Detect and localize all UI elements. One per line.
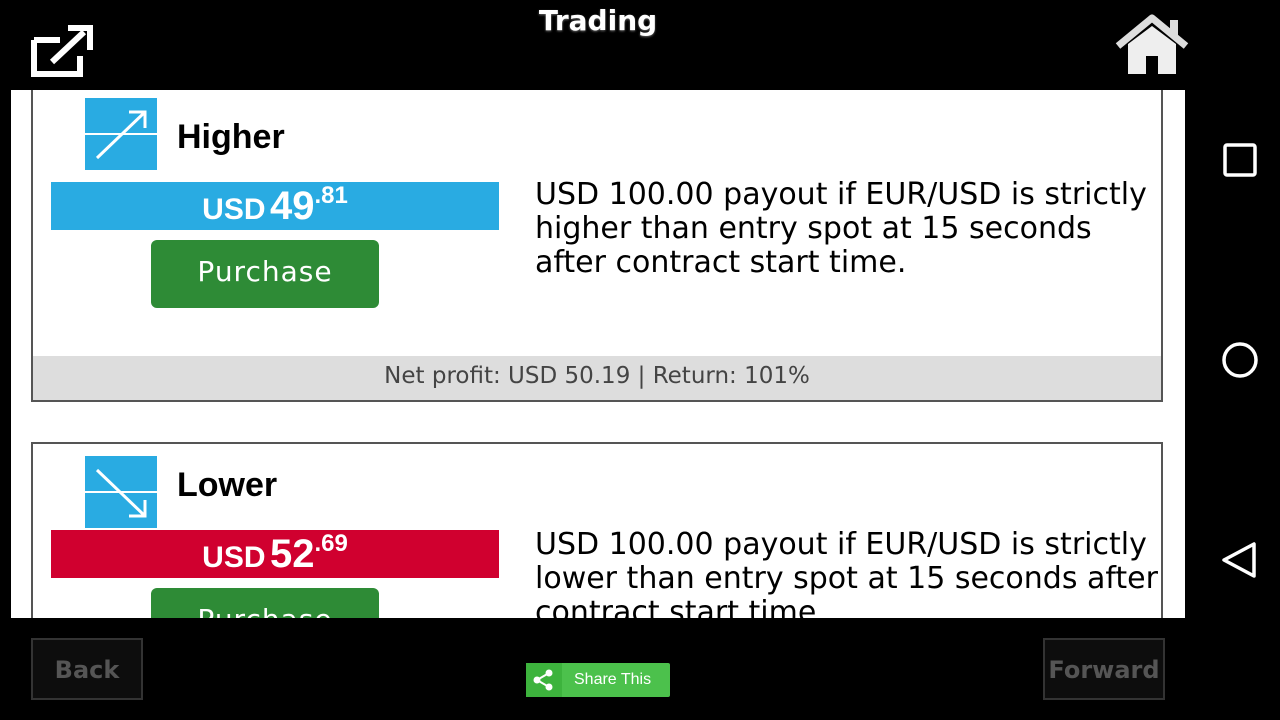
contract-description: USD 100.00 payout if EUR/USD is strictly… [535, 527, 1158, 619]
price-bar: USD 49.81 [51, 182, 499, 230]
contract-card-higher: Higher USD 49.81 Purchase USD 100.00 pay… [31, 90, 1163, 402]
top-bar: Trading [0, 0, 1200, 90]
home-icon[interactable] [1112, 12, 1192, 78]
android-nav-bar [1200, 0, 1280, 720]
trend-down-icon [85, 456, 157, 528]
forward-button[interactable]: Forward [1043, 638, 1165, 700]
price-whole: 52 [269, 532, 315, 576]
bottom-bar: Back Share This Forward [0, 618, 1200, 720]
share-icon-box [526, 663, 562, 697]
home-circle-icon[interactable] [1218, 338, 1262, 382]
price-decimal: .81 [314, 182, 348, 209]
contract-card-lower: Lower USD 52.69 Purchase USD 100.00 payo… [31, 442, 1163, 618]
share-label: Share This [574, 671, 652, 688]
net-profit-bar: Net profit: USD 50.19 | Return: 101% [33, 356, 1161, 400]
back-triangle-icon[interactable] [1218, 538, 1262, 582]
contract-description: USD 100.00 payout if EUR/USD is strictly… [535, 177, 1147, 280]
price-currency: USD [202, 541, 266, 574]
contract-label: Higher [177, 118, 285, 156]
contracts-list[interactable]: Higher USD 49.81 Purchase USD 100.00 pay… [11, 90, 1185, 618]
price-bar: USD 52.69 [51, 530, 499, 578]
share-icon [533, 669, 553, 691]
recent-apps-icon[interactable] [1218, 138, 1262, 182]
purchase-button[interactable]: Purchase [151, 240, 379, 308]
price-whole: 49 [269, 184, 315, 228]
purchase-button[interactable]: Purchase [151, 588, 379, 618]
page-title: Trading [538, 4, 658, 37]
share-button[interactable]: Share This [526, 663, 670, 697]
back-button[interactable]: Back [31, 638, 143, 700]
price-decimal: .69 [314, 530, 348, 557]
trend-up-icon [85, 98, 157, 170]
contract-label: Lower [177, 466, 278, 504]
price-currency: USD [202, 193, 266, 226]
